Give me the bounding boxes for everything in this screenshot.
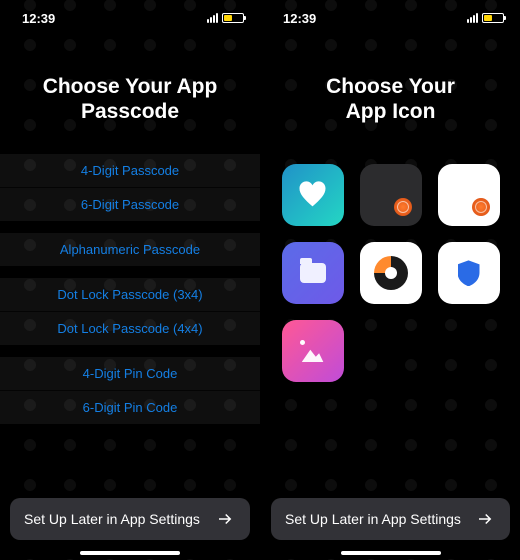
option-alphanumeric-passcode[interactable]: Alphanumeric Passcode [0,233,260,266]
heart-icon [299,181,327,209]
option-6-digit-pin[interactable]: 6-Digit Pin Code [0,391,260,424]
app-icon-white-fingerprint[interactable] [438,164,500,226]
home-indicator [341,551,441,555]
arrow-right-icon [214,508,236,530]
status-bar: 12:39 [0,0,260,30]
page-title: Choose Your App Passcode [0,30,260,154]
option-dotlock-3x4[interactable]: Dot Lock Passcode (3x4) [0,278,260,312]
app-icon-shield[interactable] [438,242,500,304]
phone-passcode-screen: 12:39 Choose Your App Passcode 4-Digit P… [0,0,260,560]
fingerprint-icon [394,198,412,216]
app-icon-dark-fingerprint[interactable] [360,164,422,226]
shield-icon [458,260,480,286]
home-indicator [80,551,180,555]
page-title: Choose Your App Icon [261,30,520,154]
app-icon-heart[interactable] [282,164,344,226]
battery-icon [482,13,504,23]
status-time: 12:39 [22,11,55,26]
setup-later-button[interactable]: Set Up Later in App Settings [10,498,250,540]
status-time: 12:39 [283,11,316,26]
arrow-right-icon [474,508,496,530]
gallery-icon [296,338,330,364]
option-4-digit-pin[interactable]: 4-Digit Pin Code [0,357,260,391]
battery-icon [222,13,244,23]
app-icon-gallery[interactable] [282,320,344,382]
status-bar: 12:39 [261,0,520,30]
option-6-digit-passcode[interactable]: 6-Digit Passcode [0,188,260,221]
app-icon-split-circle[interactable] [360,242,422,304]
setup-later-label: Set Up Later in App Settings [24,511,200,527]
option-dotlock-4x4[interactable]: Dot Lock Passcode (4x4) [0,312,260,345]
app-icon-folder[interactable] [282,242,344,304]
fingerprint-icon [472,198,490,216]
folder-icon [300,263,326,283]
setup-later-button[interactable]: Set Up Later in App Settings [271,498,510,540]
phone-app-icon-screen: 12:39 Choose Your App Icon [260,0,520,560]
split-circle-icon [374,256,408,290]
app-icon-grid [261,154,520,382]
signal-icon [207,13,218,23]
signal-icon [467,13,478,23]
status-indicators [207,13,244,23]
setup-later-label: Set Up Later in App Settings [285,511,461,527]
status-indicators [467,13,504,23]
option-4-digit-passcode[interactable]: 4-Digit Passcode [0,154,260,188]
